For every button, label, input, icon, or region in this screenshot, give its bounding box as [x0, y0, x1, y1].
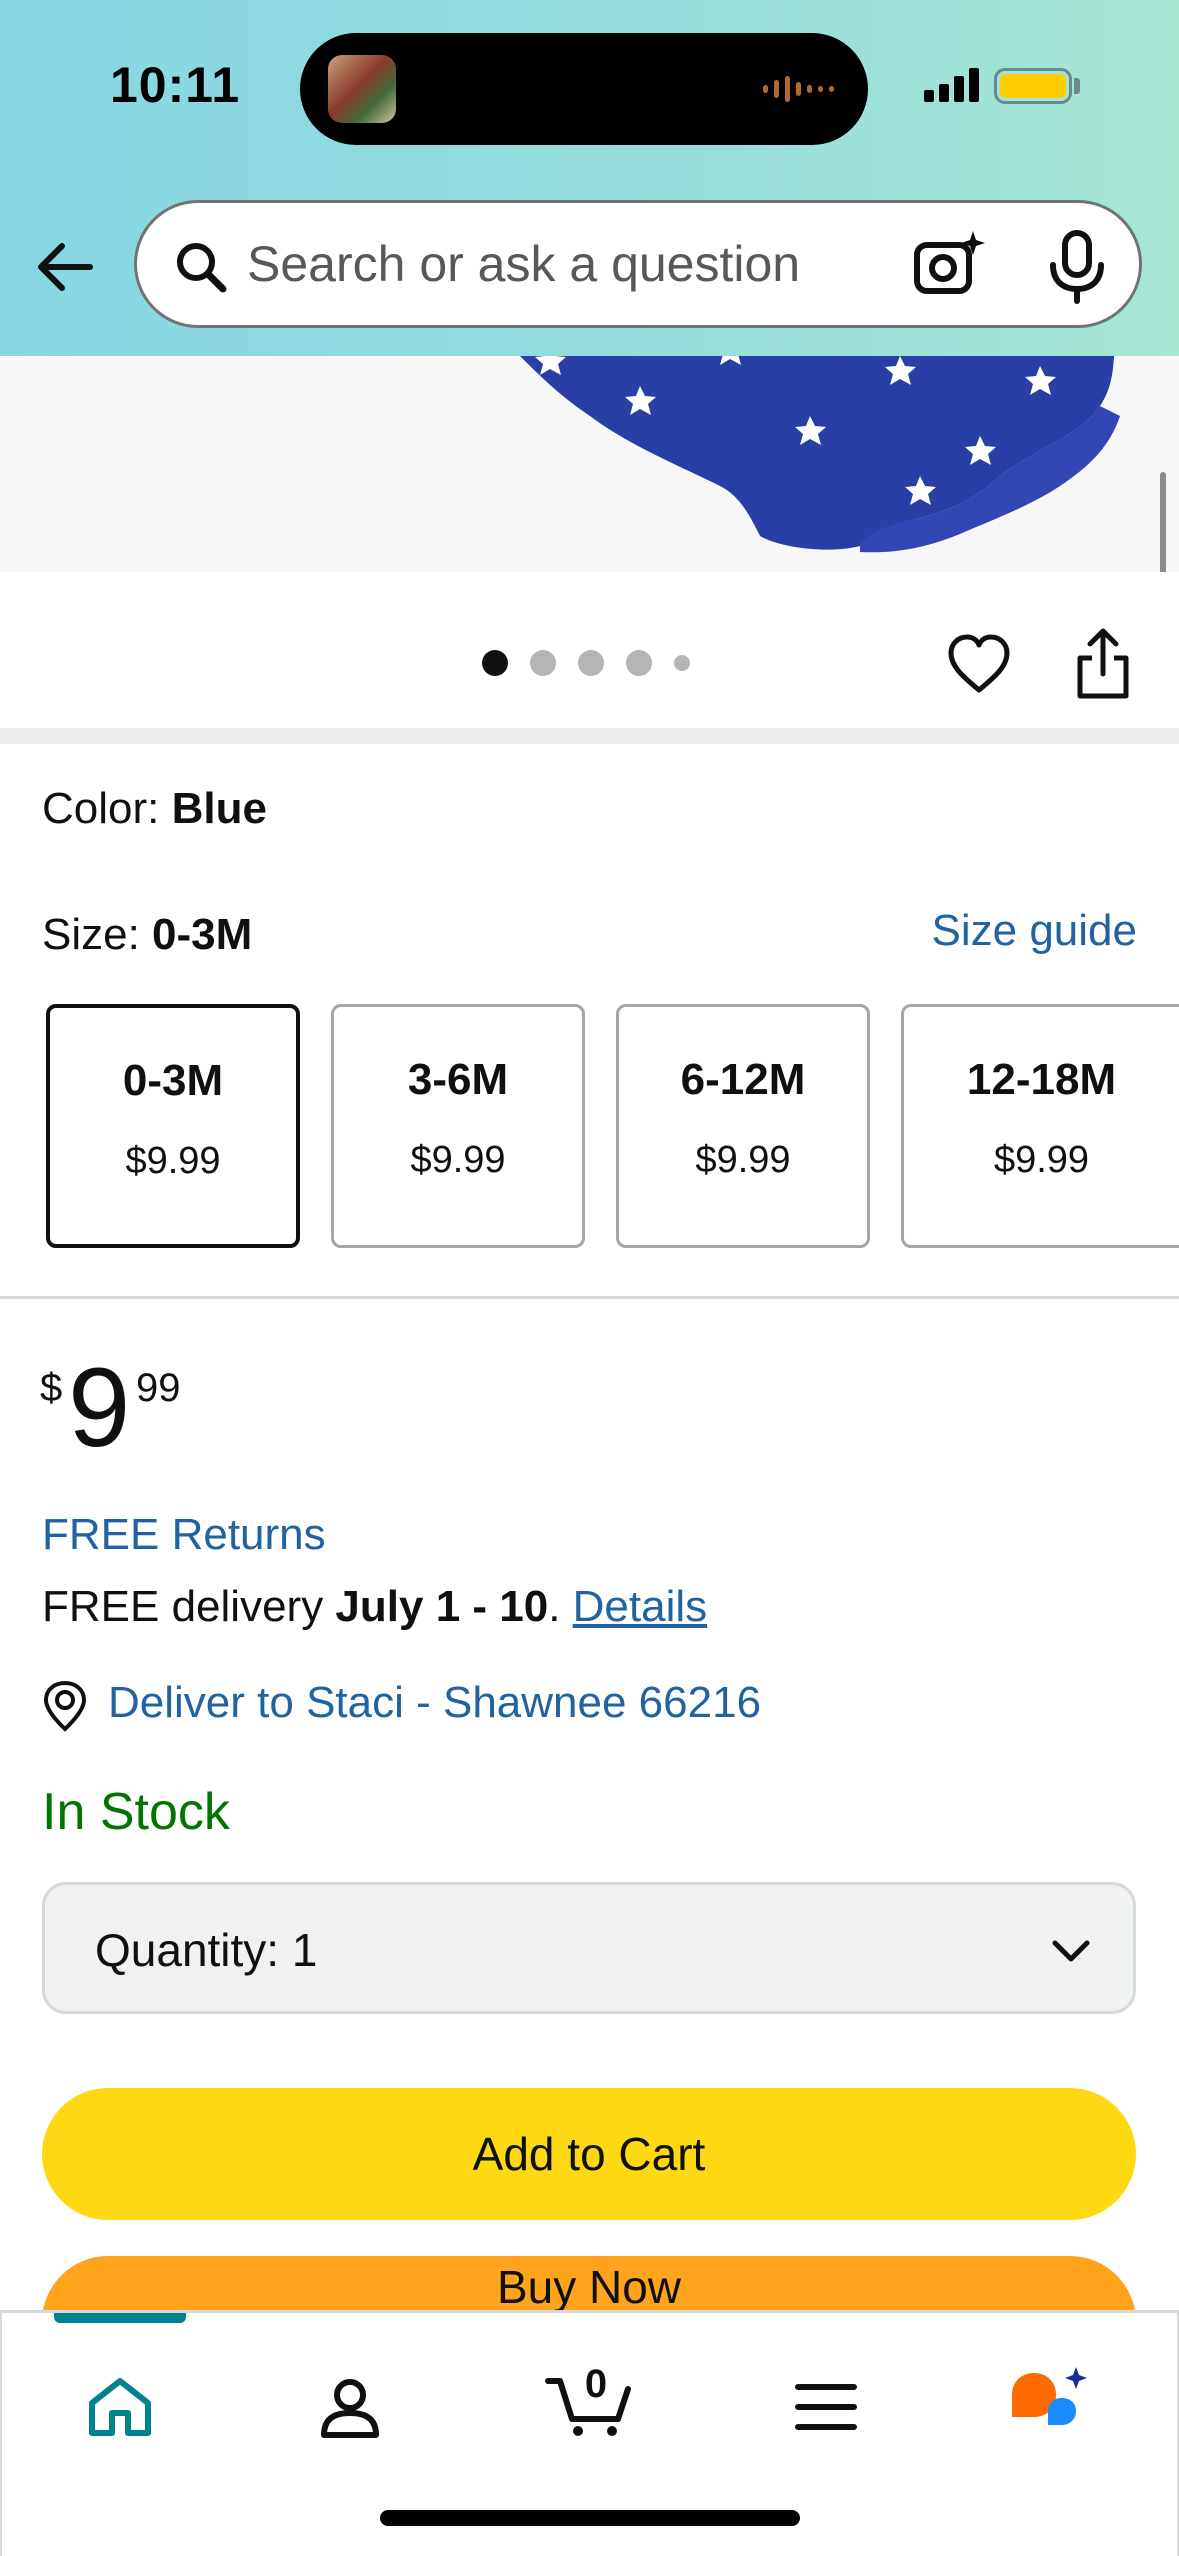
tab-rufus[interactable]	[992, 2353, 1112, 2463]
quantity-label: Quantity: 1	[95, 1923, 317, 1977]
active-tab-indicator	[54, 2313, 186, 2323]
cart-count: 0	[585, 2363, 607, 2406]
divider	[0, 1296, 1179, 1299]
tab-cart[interactable]: 0	[522, 2353, 642, 2463]
back-arrow-icon[interactable]	[30, 232, 100, 302]
add-to-cart-button[interactable]: Add to Cart	[42, 2088, 1136, 2220]
size-guide-link[interactable]: Size guide	[932, 906, 1137, 956]
tab-menu[interactable]	[770, 2353, 890, 2463]
delivery-suffix: .	[548, 1582, 573, 1631]
quantity-dropdown[interactable]: Quantity: 1	[42, 1882, 1136, 2014]
home-indicator	[380, 2510, 800, 2526]
dynamic-island	[300, 33, 868, 145]
carousel-dot[interactable]	[626, 650, 652, 676]
carousel-dot[interactable]	[482, 650, 508, 676]
location-pin-icon	[43, 1680, 87, 1732]
tab-account[interactable]	[292, 2353, 412, 2463]
quantity-label-text: Quantity:	[95, 1924, 280, 1976]
size-option-label: 6-12M	[680, 1055, 806, 1104]
size-option-price: $9.99	[410, 1139, 506, 1181]
home-icon	[89, 2378, 151, 2436]
size-option-12-18m[interactable]: 12-18M $9.99	[901, 1004, 1179, 1248]
size-option-label: 0-3M	[122, 1056, 224, 1105]
product-image-carousel[interactable]	[0, 356, 1179, 572]
chevron-down-icon	[1052, 1940, 1090, 1962]
carousel-dot[interactable]	[530, 650, 556, 676]
now-playing-artwork	[328, 55, 396, 123]
deliver-to-text[interactable]: Deliver to Staci - Shawnee 66216	[108, 1678, 761, 1728]
price-symbol: $	[40, 1366, 63, 1410]
delivery-details-link[interactable]: Details	[573, 1582, 708, 1631]
image-carousel-controls	[0, 572, 1179, 742]
size-label: Size:	[42, 910, 153, 959]
search-bar[interactable]	[134, 200, 1142, 328]
size-option-price: $9.99	[993, 1139, 1090, 1181]
rufus-assistant-icon	[1012, 2367, 1087, 2425]
delivery-info: FREE delivery July 1 - 10. Details	[42, 1582, 707, 1632]
account-icon	[321, 2379, 379, 2438]
carousel-dot[interactable]	[578, 650, 604, 676]
carousel-dot[interactable]	[674, 655, 690, 671]
delivery-prefix: FREE delivery	[42, 1582, 336, 1631]
size-option-label: 3-6M	[407, 1055, 509, 1104]
audio-waveform-icon	[763, 73, 834, 105]
cart-icon: 0	[545, 2363, 631, 2436]
camera-lens-icon[interactable]	[911, 229, 987, 305]
search-icon	[177, 243, 227, 293]
status-time: 10:11	[110, 57, 241, 113]
size-value: 0-3M	[152, 910, 253, 959]
free-returns-link[interactable]: FREE Returns	[42, 1510, 326, 1560]
share-icon[interactable]	[1072, 628, 1134, 700]
battery-cap	[1074, 78, 1080, 94]
search-input[interactable]	[247, 227, 807, 301]
price-fraction: 99	[136, 1366, 181, 1410]
size-selection: Size: 0-3M	[42, 910, 252, 960]
battery-icon	[994, 68, 1072, 104]
section-divider	[0, 728, 1179, 744]
tab-home[interactable]	[60, 2353, 180, 2463]
price-whole: 9	[68, 1345, 131, 1470]
size-option-6-12m[interactable]: 6-12M $9.99	[616, 1004, 870, 1248]
stock-status: In Stock	[42, 1783, 230, 1841]
app-header: 10:11	[0, 0, 1179, 356]
color-label: Color:	[42, 784, 172, 833]
cellular-signal-icon	[924, 66, 979, 102]
size-option-3-6m[interactable]: 3-6M $9.99	[331, 1004, 585, 1248]
hamburger-menu-icon	[795, 2384, 857, 2430]
size-option-price: $9.99	[695, 1139, 791, 1181]
product-image[interactable]	[480, 356, 1140, 556]
size-option-label: 12-18M	[966, 1055, 1117, 1104]
color-selection: Color: Blue	[42, 784, 267, 834]
delivery-dates: July 1 - 10	[335, 1582, 549, 1631]
quantity-value: 1	[291, 1924, 318, 1976]
color-value: Blue	[171, 784, 267, 833]
size-option-price: $9.99	[125, 1140, 221, 1182]
size-option-0-3m[interactable]: 0-3M $9.99	[46, 1004, 300, 1248]
heart-icon[interactable]	[946, 632, 1012, 698]
carousel-pagination[interactable]	[482, 650, 712, 676]
microphone-icon[interactable]	[1043, 229, 1111, 305]
